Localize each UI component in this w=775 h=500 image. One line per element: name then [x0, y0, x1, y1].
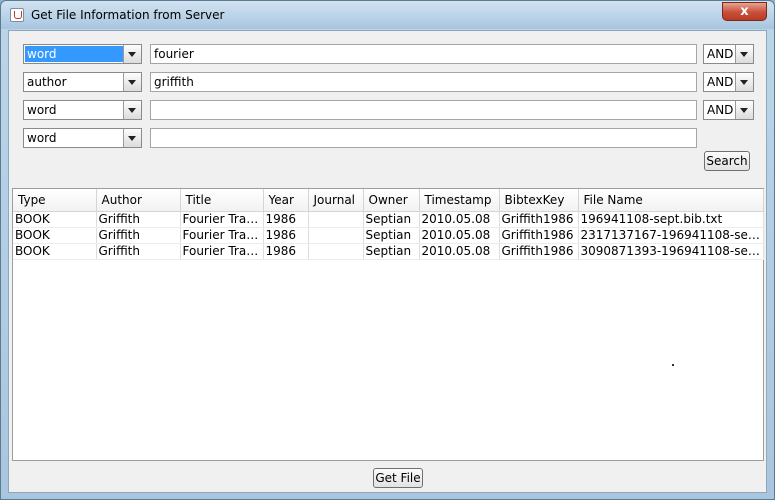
column-header-timestamp[interactable]: Timestamp [419, 189, 500, 212]
search-term-input-4[interactable] [150, 128, 697, 148]
cell-bibtexkey: Griffith1986 [499, 243, 579, 260]
column-header-journal[interactable]: Journal [308, 189, 364, 212]
chevron-down-icon[interactable] [123, 129, 141, 147]
cell-timestamp: 2010.05.08 [419, 211, 500, 228]
cell-title: Fourier Tran... [180, 227, 264, 244]
cell-journal [308, 243, 364, 260]
cell-author: Griffith [96, 211, 181, 228]
window-title: Get File Information from Server [31, 8, 225, 22]
table-header-row: Type Author Title Year Journal Owner Tim… [13, 189, 764, 212]
chevron-down-icon[interactable] [123, 101, 141, 119]
cell-author: Griffith [96, 227, 181, 244]
field-select-value: word [25, 46, 126, 62]
dialog-window: Get File Information from Server x word … [0, 0, 775, 500]
stray-dot [672, 364, 674, 366]
chevron-down-icon[interactable] [735, 73, 753, 91]
operator-select-value: AND [707, 103, 734, 117]
field-select-value: word [27, 131, 57, 145]
column-header-bibtexkey[interactable]: BibtexKey [499, 189, 579, 212]
results-table: Type Author Title Year Journal Owner Tim… [12, 188, 764, 461]
field-select-value: author [27, 75, 67, 89]
cell-type: BOOK [13, 243, 97, 260]
cell-owner: Septian [363, 243, 420, 260]
cell-bibtexkey: Griffith1986 [499, 211, 579, 228]
cell-file-name: 196941108-sept.bib.txt [578, 211, 764, 228]
field-select-4[interactable]: word [23, 128, 142, 148]
search-button[interactable]: Search [704, 151, 750, 171]
cell-bibtexkey: Griffith1986 [499, 227, 579, 244]
cell-file-name: 3090871393-196941108-sept.bib.... [578, 243, 764, 260]
column-header-type[interactable]: Type [13, 189, 97, 212]
table-row[interactable]: BOOK Griffith Fourier Tran... 1986 Septi… [13, 227, 764, 244]
chevron-down-icon[interactable] [123, 45, 141, 63]
cell-owner: Septian [363, 211, 420, 228]
java-app-icon [10, 8, 24, 22]
column-header-title[interactable]: Title [180, 189, 264, 212]
operator-select-value: AND [707, 75, 734, 89]
chevron-down-icon[interactable] [123, 73, 141, 91]
search-term-input-3[interactable] [150, 100, 697, 120]
field-select-1[interactable]: word [23, 44, 142, 64]
operator-select-2[interactable]: AND [703, 72, 754, 92]
cell-title: Fourier Tran... [180, 211, 264, 228]
cell-journal [308, 227, 364, 244]
field-select-3[interactable]: word [23, 100, 142, 120]
chevron-down-icon[interactable] [735, 45, 753, 63]
field-select-2[interactable]: author [23, 72, 142, 92]
cell-title: Fourier Tran... [180, 243, 264, 260]
cell-file-name: 2317137167-196941108-sept.bib.... [578, 227, 764, 244]
cell-owner: Septian [363, 227, 420, 244]
field-select-value: word [27, 103, 57, 117]
search-term-input-2[interactable]: griffith [150, 72, 697, 92]
cell-year: 1986 [263, 227, 309, 244]
column-header-year[interactable]: Year [263, 189, 309, 212]
search-term-input-1[interactable]: fourier [150, 44, 697, 64]
cell-year: 1986 [263, 211, 309, 228]
operator-select-3[interactable]: AND [703, 100, 754, 120]
title-bar[interactable]: Get File Information from Server x [1, 1, 774, 29]
column-header-author[interactable]: Author [96, 189, 181, 212]
table-row[interactable]: BOOK Griffith Fourier Tran... 1986 Septi… [13, 243, 764, 260]
cell-year: 1986 [263, 243, 309, 260]
operator-select-value: AND [707, 47, 734, 61]
cell-journal [308, 211, 364, 228]
chevron-down-icon[interactable] [735, 101, 753, 119]
column-header-file-name[interactable]: File Name [578, 189, 764, 212]
cell-timestamp: 2010.05.08 [419, 243, 500, 260]
cell-type: BOOK [13, 227, 97, 244]
table-row[interactable]: BOOK Griffith Fourier Tran... 1986 Septi… [13, 211, 764, 228]
cell-timestamp: 2010.05.08 [419, 227, 500, 244]
cell-author: Griffith [96, 243, 181, 260]
close-button[interactable]: x [722, 2, 767, 21]
get-file-button[interactable]: Get File [373, 468, 423, 488]
results-grid: Type Author Title Year Journal Owner Tim… [13, 189, 764, 260]
cell-type: BOOK [13, 211, 97, 228]
column-header-owner[interactable]: Owner [363, 189, 420, 212]
operator-select-1[interactable]: AND [703, 44, 754, 64]
dialog-content: word fourier AND author griffith AND wor… [8, 30, 767, 493]
